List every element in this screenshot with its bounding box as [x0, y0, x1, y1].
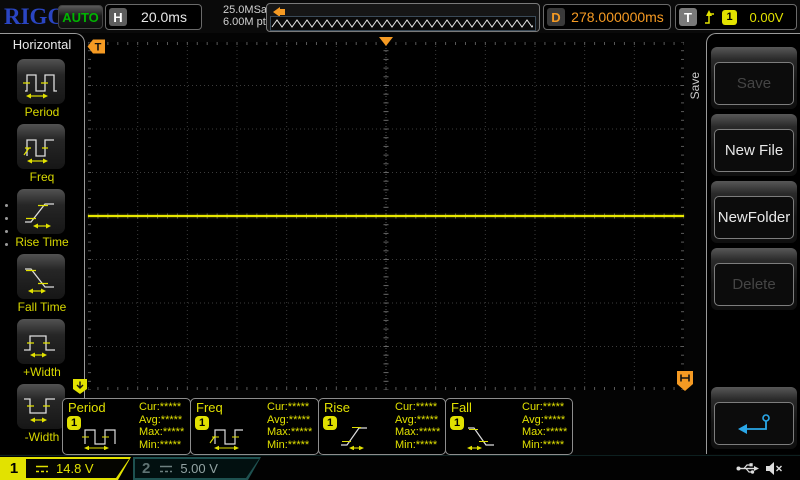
- fall-time-icon: [25, 267, 54, 293]
- rise-icon: [341, 426, 367, 450]
- measure-label-freq: Freq: [29, 170, 55, 184]
- channel2-tab[interactable]: 2 5.00 V: [133, 457, 261, 480]
- softkey-new-folder-label: NewFolder: [714, 196, 794, 239]
- preview-wave-window: [270, 16, 536, 31]
- oscilloscope-screen: RIGOL AUTO H 20.0ms 25.0MSa/s 6.00M pts …: [0, 0, 800, 480]
- measurement-panel-freq[interactable]: Freq 1 Cur:***** Avg:***** Max:***** Min…: [190, 398, 319, 455]
- waveform-preview-bar: [266, 3, 540, 32]
- stat-min: Min:*****: [139, 438, 182, 451]
- horizontal-timebase-box: H 20.0ms: [105, 4, 202, 30]
- t-label: T: [679, 8, 697, 26]
- trigger-box: T 1 0.00V: [675, 4, 797, 30]
- run-state-badge: AUTO: [58, 5, 103, 29]
- measure-label-plus-width: +Width: [23, 365, 61, 379]
- measure-label-fall-time: Fall Time: [17, 300, 67, 314]
- trigger-source-badge: 1: [722, 9, 737, 25]
- trigger-level-offscreen-marker: [677, 371, 693, 391]
- stat-cur: Cur:*****: [395, 401, 438, 413]
- menu-scroll-dot: [5, 243, 8, 246]
- stat-avg: Avg:*****: [522, 413, 566, 426]
- period-icon: [82, 429, 116, 450]
- freq-icon: [23, 138, 54, 163]
- softkey-save-label: Save: [714, 62, 794, 105]
- h-label: H: [109, 8, 127, 26]
- trigger-time-marker: T: [87, 39, 105, 54]
- stat-avg: Avg:*****: [139, 413, 183, 426]
- channel1-scale: 14.8 V: [56, 461, 94, 476]
- menu-scroll-dot: [5, 230, 8, 233]
- usb-icon: [736, 463, 759, 474]
- measurement-panel-fall[interactable]: Fall 1 Cur:***** Avg:***** Max:***** Min…: [445, 398, 573, 455]
- stat-avg: Avg:*****: [267, 413, 311, 426]
- delay-value: 278.000000ms: [571, 9, 664, 25]
- menu-scroll-dot: [5, 217, 8, 220]
- panel-title: Period: [68, 400, 106, 415]
- measure-item-minus-width[interactable]: [17, 384, 65, 429]
- freq-icon: [209, 429, 243, 450]
- measurement-panel-period[interactable]: Period 1 Cur:***** Avg:***** Max:***** M…: [62, 398, 191, 455]
- channel-offscreen-marker: [73, 379, 87, 394]
- stat-cur: Cur:*****: [267, 401, 310, 413]
- top-status-bar: RIGOL AUTO H 20.0ms 25.0MSa/s 6.00M pts …: [0, 0, 800, 33]
- panel-title: Freq: [196, 400, 223, 415]
- right-menu-tab-title: Save: [688, 72, 702, 100]
- softkey-delete[interactable]: Delete: [711, 248, 797, 310]
- stat-max: Max:*****: [267, 426, 313, 438]
- stat-max: Max:*****: [522, 426, 568, 438]
- minus-width-icon: [24, 397, 55, 422]
- softkey-delete-label: Delete: [714, 263, 794, 306]
- left-menu-title: Horizontal: [12, 37, 72, 52]
- panel-title: Fall: [451, 400, 472, 415]
- fall-icon: [467, 427, 494, 450]
- channel1-tab[interactable]: 1 14.8 V: [0, 457, 131, 480]
- measure-item-plus-width[interactable]: [17, 319, 65, 364]
- menu-scroll-dot: [5, 204, 8, 207]
- dc-coupling-icon: [158, 464, 174, 474]
- softkey-new-folder[interactable]: NewFolder: [711, 181, 797, 243]
- stat-max: Max:*****: [395, 426, 441, 438]
- stat-cur: Cur:*****: [522, 401, 565, 413]
- plus-width-icon: [24, 334, 55, 357]
- timebase-value: 20.0ms: [141, 9, 187, 25]
- softkey-new-file-label: New File: [714, 129, 794, 172]
- panel-title: Rise: [324, 400, 351, 415]
- channel-status-bar: 1 14.8 V 2 5.00 V: [0, 455, 800, 480]
- softkey-back[interactable]: [711, 387, 797, 449]
- save-softkey-menu: Save New File NewFolder Delete: [706, 33, 800, 454]
- channel2-number: 2: [142, 460, 151, 477]
- measure-item-rise-time[interactable]: [17, 189, 65, 234]
- measure-item-period[interactable]: [17, 59, 65, 104]
- channel1-trace: [88, 215, 684, 217]
- stat-max: Max:*****: [139, 426, 185, 438]
- dc-coupling-icon: [34, 464, 50, 474]
- measure-label-period: Period: [24, 105, 60, 119]
- measurement-panel-rise[interactable]: Rise 1 Cur:***** Avg:***** Max:***** Min…: [318, 398, 446, 455]
- channel1-number: 1: [2, 459, 26, 478]
- rise-time-icon: [25, 202, 54, 228]
- period-icon: [23, 73, 57, 98]
- measure-item-fall-time[interactable]: [17, 254, 65, 299]
- channel2-scale: 5.00 V: [180, 461, 218, 476]
- svg-text:T: T: [95, 42, 102, 54]
- measure-item-freq[interactable]: [17, 124, 65, 169]
- measure-label-rise-time: Rise Time: [15, 235, 69, 249]
- softkey-new-file[interactable]: New File: [711, 114, 797, 176]
- stat-min: Min:*****: [522, 438, 565, 451]
- trigger-level-value: 0.00V: [749, 9, 784, 25]
- trigger-position-marker: [379, 37, 393, 46]
- d-label: D: [547, 8, 565, 26]
- stat-avg: Avg:*****: [395, 413, 439, 426]
- stat-min: Min:*****: [267, 438, 310, 451]
- stat-cur: Cur:*****: [139, 401, 182, 413]
- return-arrow-icon: [738, 413, 770, 434]
- speaker-muted-icon: [766, 462, 782, 475]
- stat-min: Min:*****: [395, 438, 438, 451]
- delay-box: D 278.000000ms: [543, 4, 671, 30]
- softkey-save[interactable]: Save: [711, 47, 797, 109]
- rising-edge-icon: [705, 9, 714, 24]
